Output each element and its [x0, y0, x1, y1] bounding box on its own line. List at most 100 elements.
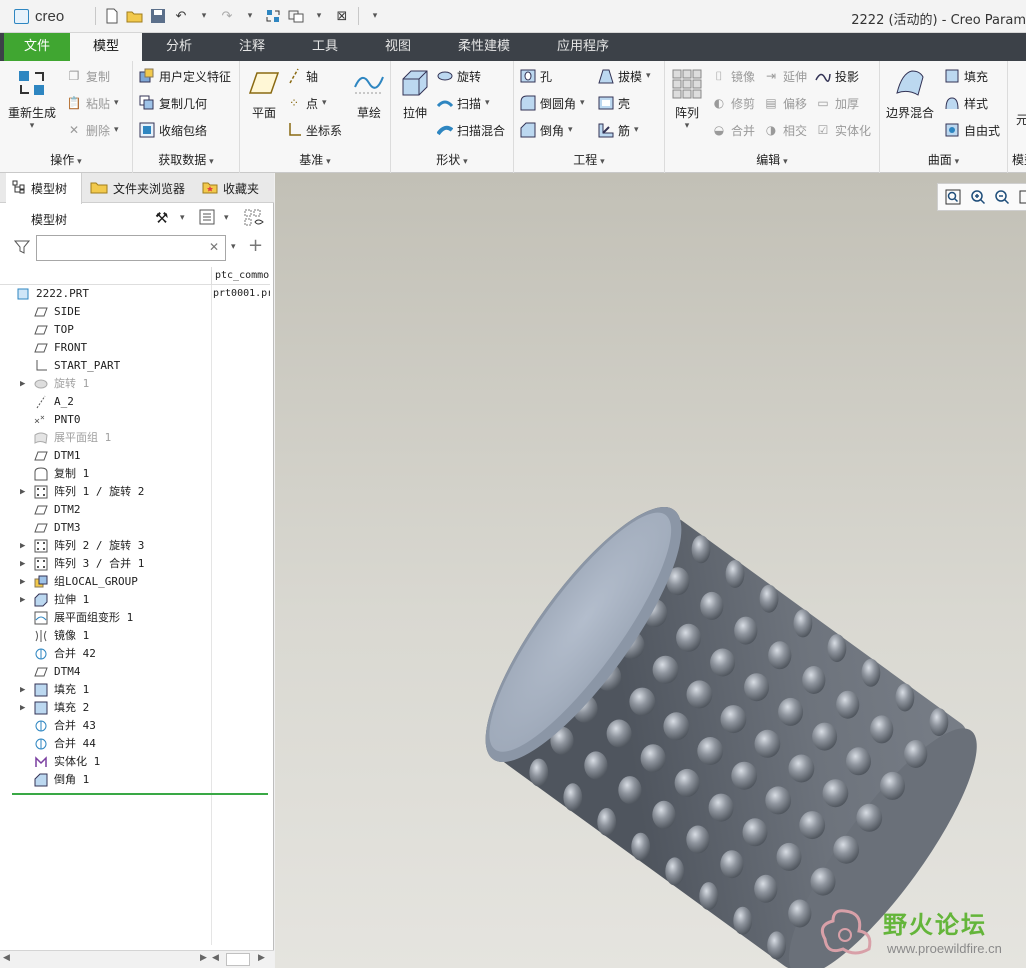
- tab-tools[interactable]: 工具: [288, 33, 362, 61]
- tree-item[interactable]: DTM2: [0, 501, 270, 519]
- scroll-right-icon[interactable]: ▶: [200, 953, 207, 963]
- extrude-button[interactable]: 拉伸: [399, 67, 431, 121]
- boundary-blend-button[interactable]: 边界混合: [886, 67, 934, 121]
- tree-item[interactable]: ▶ 填充 1: [0, 681, 270, 699]
- filter-icon[interactable]: [13, 239, 31, 258]
- trim-button[interactable]: ◐ 修剪: [711, 92, 755, 114]
- sketch-button[interactable]: 草绘: [353, 67, 385, 121]
- insert-here-indicator[interactable]: [12, 793, 268, 795]
- round-dropdown-icon[interactable]: ▾: [580, 98, 585, 108]
- tree-item[interactable]: START_PART: [0, 357, 270, 375]
- merge-button[interactable]: ◒ 合并: [711, 119, 755, 141]
- draft-button[interactable]: 拔模 ▾: [598, 65, 651, 87]
- tab-applications[interactable]: 应用程序: [534, 33, 632, 61]
- tree-item[interactable]: × × PNT0: [0, 411, 270, 429]
- save-icon[interactable]: [148, 6, 168, 26]
- group-label-get-data[interactable]: 获取数据: [133, 151, 239, 168]
- hole-button[interactable]: 孔: [520, 65, 552, 87]
- tree-item[interactable]: 复制 1: [0, 465, 270, 483]
- group-label-shapes[interactable]: 形状: [391, 151, 513, 168]
- new-icon[interactable]: [102, 6, 122, 26]
- tab-flexible-modeling[interactable]: 柔性建模: [434, 33, 534, 61]
- tree-settings-icon[interactable]: ⚒: [155, 209, 168, 227]
- group-label-operations[interactable]: 操作: [0, 151, 132, 168]
- add-filter-icon[interactable]: +: [248, 235, 263, 256]
- part-model[interactable]: [275, 173, 1026, 968]
- axis-button[interactable]: 轴: [286, 65, 318, 87]
- undo-dropdown-icon[interactable]: ▾: [194, 6, 214, 26]
- tab-model-tree[interactable]: 模型树: [6, 173, 82, 204]
- point-dropdown-icon[interactable]: ▾: [322, 98, 327, 108]
- round-button[interactable]: 倒圆角 ▾: [520, 92, 585, 114]
- chamfer-dropdown-icon[interactable]: ▾: [568, 125, 573, 135]
- expand-arrow-icon[interactable]: ▶: [20, 555, 25, 573]
- scroll-thumb[interactable]: [226, 953, 250, 966]
- tree-item[interactable]: FRONT: [0, 339, 270, 357]
- tab-folder-browser[interactable]: 文件夹浏览器: [84, 173, 194, 203]
- tree-item[interactable]: ▶ 阵列 1 / 旋转 2: [0, 483, 270, 501]
- windows-dropdown-icon[interactable]: ▾: [309, 6, 329, 26]
- tab-favorites[interactable]: 收藏夹: [196, 173, 272, 203]
- copy-button[interactable]: ❐ 复制: [66, 65, 110, 87]
- tab-file[interactable]: 文件: [4, 33, 70, 61]
- shell-button[interactable]: 壳: [598, 92, 630, 114]
- scroll-left-icon[interactable]: ◀: [3, 953, 10, 963]
- solidify-button[interactable]: ☑ 实体化: [815, 119, 871, 141]
- mirror-button[interactable]: ⌷ 镜像: [711, 65, 755, 87]
- column-header-common-name[interactable]: ptc_common_name: [211, 267, 270, 285]
- tree-item[interactable]: 展平面组 1: [0, 429, 270, 447]
- rib-dropdown-icon[interactable]: ▾: [634, 125, 639, 135]
- redo-icon[interactable]: ↷: [217, 6, 237, 26]
- tree-item[interactable]: DTM1: [0, 447, 270, 465]
- tree-columns-icon[interactable]: [199, 209, 215, 228]
- tab-model[interactable]: 模型: [70, 33, 142, 61]
- expand-arrow-icon[interactable]: ▶: [20, 591, 25, 609]
- scroll-right-icon[interactable]: ▶: [258, 953, 265, 963]
- tree-item[interactable]: DTM3: [0, 519, 270, 537]
- shrinkwrap-button[interactable]: 收缩包络: [139, 119, 207, 141]
- tree-item[interactable]: TOP: [0, 321, 270, 339]
- regenerate-dropdown-icon[interactable]: ▾: [30, 121, 35, 131]
- close-window-icon[interactable]: ⊠: [332, 6, 352, 26]
- tree-item[interactable]: 倒角 1: [0, 771, 270, 789]
- intersect-button[interactable]: ◑ 相交: [763, 119, 807, 141]
- expand-arrow-icon[interactable]: ▶: [20, 375, 25, 393]
- customize-icon[interactable]: ▾: [365, 6, 385, 26]
- group-label-engineering[interactable]: 工程: [514, 151, 664, 168]
- tree-item[interactable]: 2222.PRT prt0001.prt: [0, 285, 270, 303]
- revolve-button[interactable]: 旋转: [437, 65, 481, 87]
- chamfer-button[interactable]: 倒角 ▾: [520, 119, 573, 141]
- windows-icon[interactable]: [286, 6, 306, 26]
- tree-item[interactable]: ▶ 填充 2: [0, 699, 270, 717]
- tree-item[interactable]: 合并 42: [0, 645, 270, 663]
- tab-view[interactable]: 视图: [362, 33, 434, 61]
- copy-geometry-button[interactable]: 复制几何: [139, 92, 207, 114]
- group-label-editing[interactable]: 编辑: [665, 151, 879, 168]
- delete-button[interactable]: ✕ 删除 ▾: [66, 119, 119, 141]
- draft-dropdown-icon[interactable]: ▾: [646, 71, 651, 81]
- open-icon[interactable]: [125, 6, 145, 26]
- tree-settings-dropdown-icon[interactable]: ▾: [180, 213, 185, 223]
- show-hidden-icon[interactable]: [244, 209, 264, 230]
- swept-blend-button[interactable]: 扫描混合: [437, 119, 505, 141]
- undo-icon[interactable]: ↶: [171, 6, 191, 26]
- csys-button[interactable]: 坐标系: [286, 119, 342, 141]
- sweep-dropdown-icon[interactable]: ▾: [485, 98, 490, 108]
- tree-item[interactable]: SIDE: [0, 303, 270, 321]
- plane-button[interactable]: 平面: [248, 67, 280, 121]
- tree-item[interactable]: 实体化 1: [0, 753, 270, 771]
- delete-dropdown-icon[interactable]: ▾: [114, 125, 119, 135]
- expand-arrow-icon[interactable]: ▶: [20, 573, 25, 591]
- horizontal-scrollbar[interactable]: ◀ ▶ ◀ ▶: [0, 950, 274, 968]
- paste-button[interactable]: 📋 粘贴 ▾: [66, 92, 119, 114]
- expand-arrow-icon[interactable]: ▶: [20, 537, 25, 555]
- offset-button[interactable]: ▤ 偏移: [763, 92, 807, 114]
- tree-item[interactable]: 合并 43: [0, 717, 270, 735]
- style-button[interactable]: 样式: [944, 92, 988, 114]
- tree-item[interactable]: 合并 44: [0, 735, 270, 753]
- expand-arrow-icon[interactable]: ▶: [20, 681, 25, 699]
- regenerate-icon[interactable]: [263, 6, 283, 26]
- group-label-datum[interactable]: 基准: [240, 151, 390, 168]
- extend-button[interactable]: ⇥ 延伸: [763, 65, 807, 87]
- scroll-left-icon[interactable]: ◀: [212, 953, 219, 963]
